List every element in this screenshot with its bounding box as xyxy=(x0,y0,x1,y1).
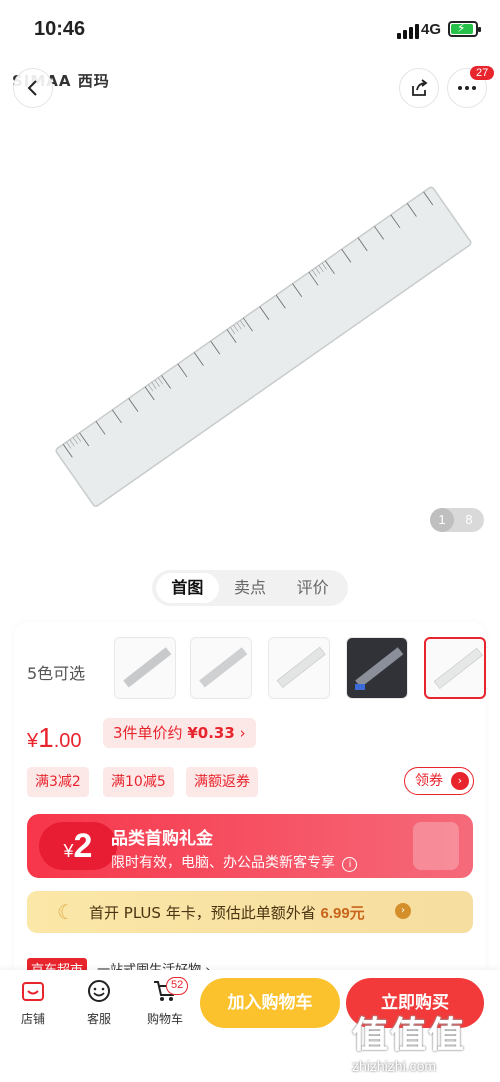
gift-value: 2 xyxy=(73,827,93,865)
gift-desc-text: 限时有效，电脑、办公品类新客专享 xyxy=(111,855,335,871)
chevron-right-icon: › xyxy=(451,772,469,790)
section-tabs: 首图 卖点 评价 xyxy=(152,570,348,606)
gift-banner[interactable]: ¥2 品类首购礼金 限时有效，电脑、办公品类新客专享 i xyxy=(27,814,473,878)
info-icon[interactable]: i xyxy=(342,857,358,872)
chevron-right-icon: › xyxy=(239,724,246,742)
gallery-pager: 1 8 xyxy=(430,508,484,532)
watermark: 值值值 zhizhizhi.com xyxy=(352,1006,466,1074)
plus-desc: 首开 PLUS 年卡，预估此单额外省 xyxy=(89,904,316,922)
signal-icon xyxy=(397,24,419,39)
add-to-cart-button[interactable]: 加入购物车 xyxy=(200,978,340,1028)
tab-selling-points[interactable]: 卖点 xyxy=(219,573,282,603)
unit-price-prefix: 3件单价约 xyxy=(113,724,183,742)
gift-desc: 限时有效，电脑、办公品类新客专享 i xyxy=(111,852,358,872)
chevron-right-icon: › xyxy=(395,903,411,919)
unit-price-value: ¥0.33 xyxy=(187,724,235,742)
coupon-label: 领券 xyxy=(415,773,443,789)
promo-tag[interactable]: 满额返券 xyxy=(186,767,258,797)
product-image[interactable] xyxy=(0,120,500,550)
watermark-logo: 值值值 xyxy=(352,1015,467,1056)
variant-thumb[interactable] xyxy=(268,637,330,699)
more-icon xyxy=(458,86,476,90)
price-decimal: .00 xyxy=(53,730,82,752)
store-label: 店铺 xyxy=(20,1012,45,1026)
unit-price-tag[interactable]: 3件单价约 ¥0.33 › xyxy=(103,718,256,748)
price-integer: 1 xyxy=(38,722,54,753)
share-button[interactable] xyxy=(399,68,439,108)
watermark-url: zhizhizhi.com xyxy=(352,1058,437,1074)
back-button[interactable] xyxy=(13,68,53,108)
battery-icon: ⚡ xyxy=(448,21,481,37)
share-icon xyxy=(412,79,428,96)
cart-count-badge: 52 xyxy=(166,977,189,995)
plus-amount: 6.99元 xyxy=(320,905,365,922)
plus-banner[interactable]: ☾ 首开 PLUS 年卡，预估此单额外省 6.99元 › xyxy=(27,891,473,933)
gift-title: 品类首购礼金 xyxy=(111,829,213,849)
message-badge: 27 xyxy=(470,66,495,80)
promo-tag[interactable]: 满3减2 xyxy=(27,767,89,797)
variant-thumb[interactable] xyxy=(190,637,252,699)
status-bar: 10:46 4G ⚡ xyxy=(0,0,500,60)
variant-thumb-selected[interactable] xyxy=(424,637,486,699)
tab-reviews[interactable]: 评价 xyxy=(281,573,344,603)
store-button[interactable]: 店铺 xyxy=(8,976,58,1027)
price: ¥1.00 xyxy=(27,722,82,754)
service-button[interactable]: 客服 xyxy=(74,976,124,1027)
variant-thumb[interactable] xyxy=(114,637,176,699)
plus-text: 首开 PLUS 年卡，预估此单额外省 6.99元 xyxy=(89,902,365,923)
gallery-current: 1 xyxy=(430,508,454,532)
price-symbol: ¥ xyxy=(27,730,39,752)
variants-label[interactable]: 5色可选 xyxy=(27,660,85,684)
network-type: 4G xyxy=(421,21,442,38)
gallery-total: 8 xyxy=(465,512,473,527)
gift-currency: ¥ xyxy=(63,841,74,861)
store-icon xyxy=(8,976,58,1006)
tab-main-image[interactable]: 首图 xyxy=(156,573,219,603)
service-icon xyxy=(74,976,124,1006)
variant-thumb[interactable] xyxy=(346,637,408,699)
service-label: 客服 xyxy=(86,1012,111,1026)
gift-amount: ¥2 xyxy=(39,822,117,870)
promo-tag[interactable]: 满10减5 xyxy=(103,767,174,797)
status-time: 10:46 xyxy=(34,18,86,40)
get-coupon-button[interactable]: 领券 › xyxy=(404,767,474,795)
chevron-left-icon xyxy=(27,80,37,96)
gift-box-icon xyxy=(413,822,459,870)
cart-label: 购物车 xyxy=(146,1012,183,1026)
moon-icon: ☾ xyxy=(57,900,75,924)
product-page: 10:46 4G ⚡ 1 8 SIMAA 西玛 27 首图 卖点 评价 5色可选… xyxy=(0,0,500,1082)
